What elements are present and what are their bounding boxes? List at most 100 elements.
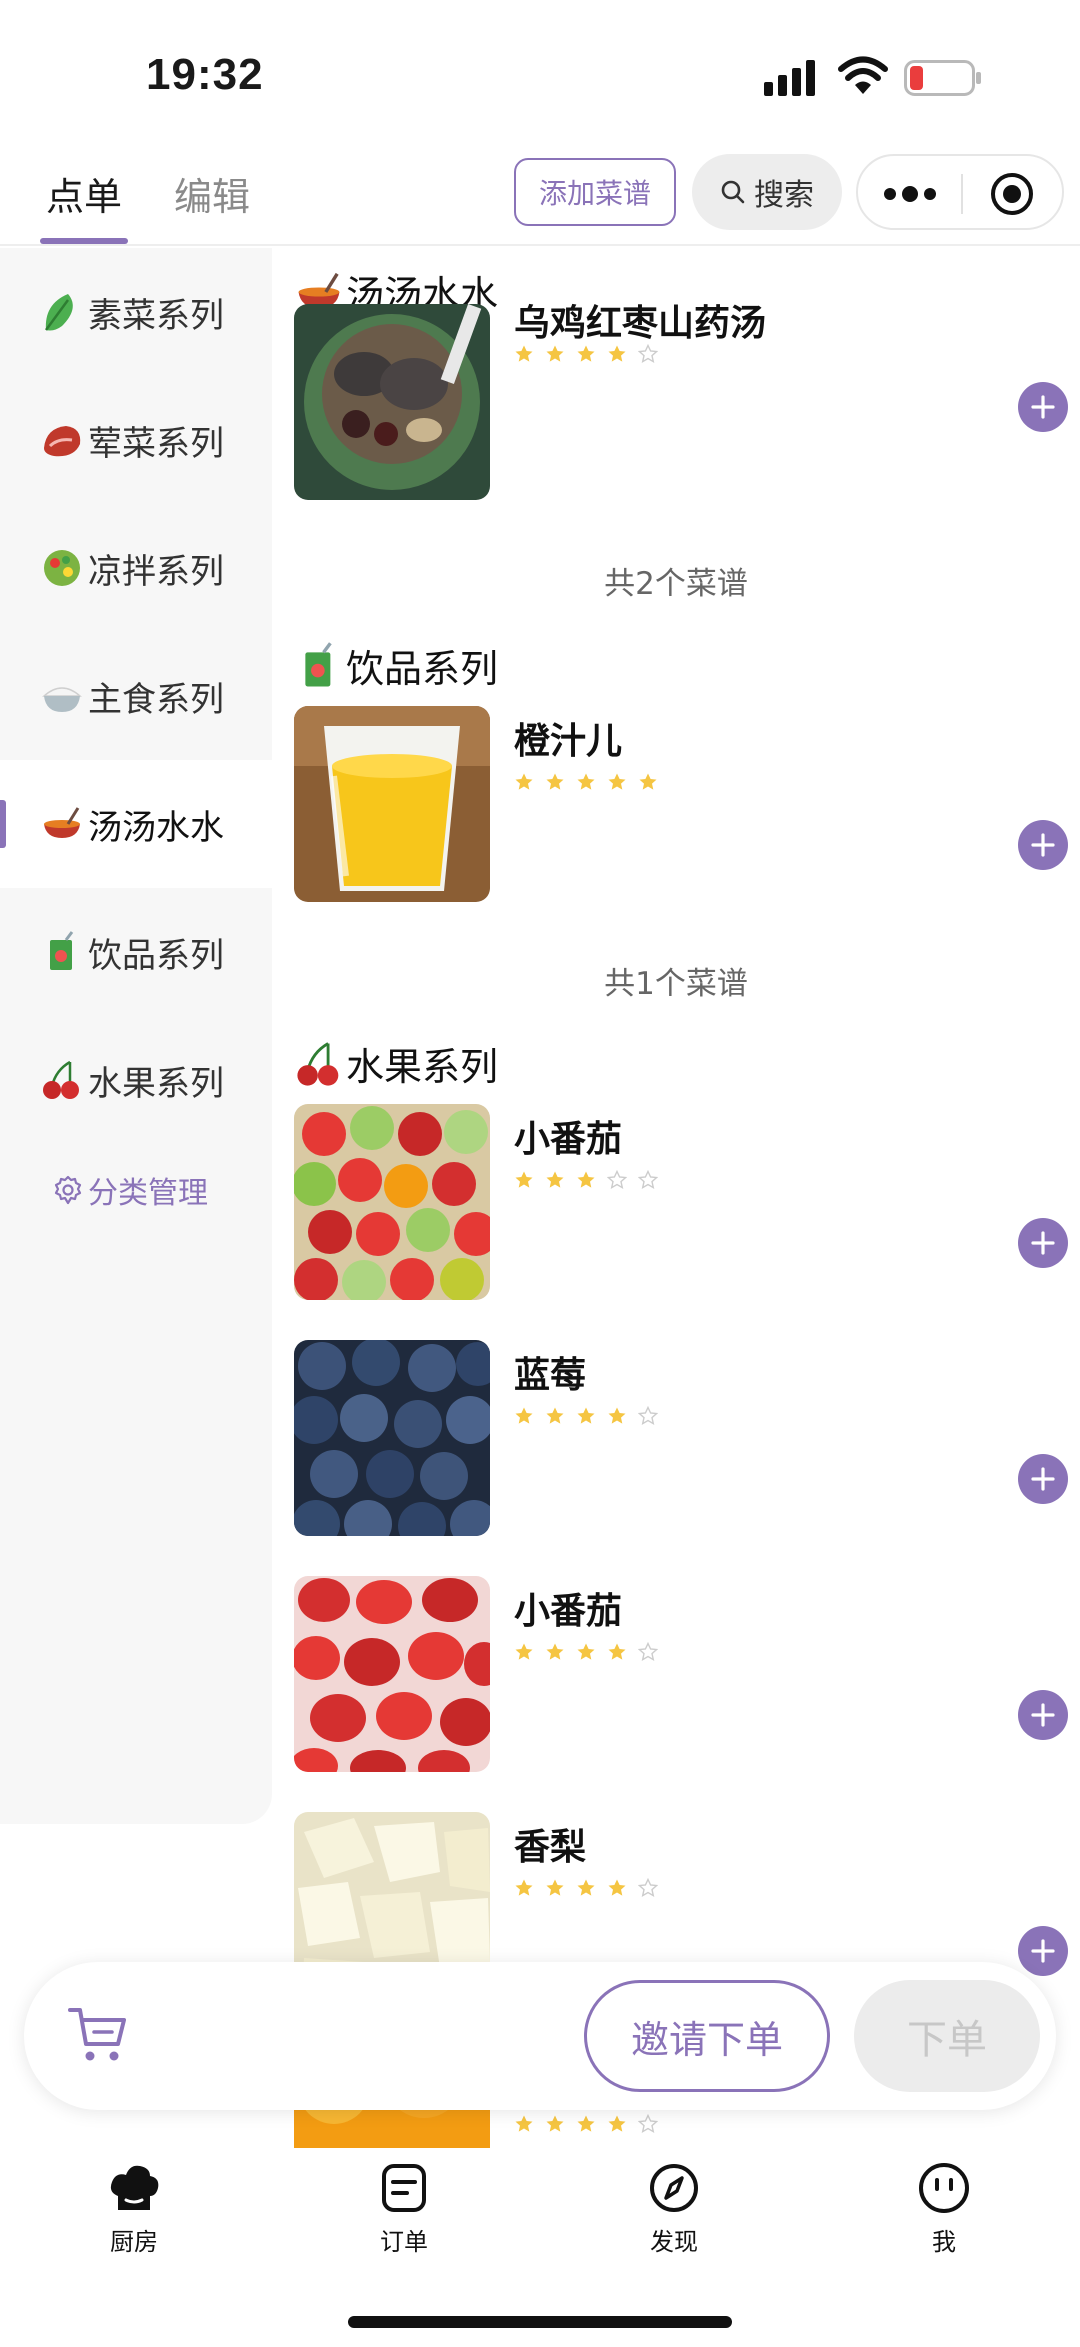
- category-manage-label: 分类管理: [88, 1176, 208, 1211]
- tab-order[interactable]: 点单: [46, 166, 122, 221]
- rating-stars: [514, 1170, 658, 1190]
- dish-image-cherry-tomato-mix: [294, 1104, 490, 1300]
- sidebar-item-fruit[interactable]: 水果系列: [0, 1016, 272, 1144]
- nav-label: 我: [932, 2228, 956, 2256]
- dish-item[interactable]: 小番茄: [294, 1104, 1068, 1300]
- cellular-signal-icon: [764, 60, 815, 96]
- star-filled-icon: [515, 1171, 533, 1188]
- salad-icon: [44, 550, 80, 586]
- rating-stars: [514, 772, 658, 792]
- star-filled-icon: [577, 1171, 595, 1188]
- star-filled-icon: [515, 2115, 533, 2132]
- add-recipe-button[interactable]: 添加菜谱: [514, 158, 676, 226]
- star-empty-icon: [638, 1170, 658, 1190]
- sidebar-item-staple[interactable]: 主食系列: [0, 632, 272, 760]
- search-label: 搜索: [754, 178, 814, 213]
- cherries-icon: [297, 1041, 339, 1086]
- mini-program-capsule: [856, 154, 1064, 230]
- sidebar-item-label: 凉拌系列: [88, 551, 224, 592]
- dish-name: 香梨: [514, 1827, 587, 1868]
- tab-edit[interactable]: 编辑: [174, 166, 250, 221]
- active-tab-indicator: [40, 238, 128, 244]
- nav-item-me[interactable]: 我: [874, 2160, 1014, 2257]
- nav-item-orders[interactable]: 订单: [334, 2160, 474, 2257]
- sidebar-item-drinks[interactable]: 饮品系列: [0, 888, 272, 1016]
- dish-name: 蓝莓: [514, 1355, 587, 1396]
- sidebar-item-meat[interactable]: 荤菜系列: [0, 376, 272, 504]
- add-dish-button[interactable]: [1018, 1690, 1068, 1740]
- star-filled-icon: [546, 1643, 564, 1660]
- add-dish-button[interactable]: [1018, 1926, 1068, 1976]
- juice-box-icon: [305, 641, 332, 686]
- shopping-cart-icon[interactable]: [66, 2002, 130, 2066]
- close-target-icon[interactable]: [988, 170, 1036, 218]
- smiley-face-icon: [919, 2163, 969, 2213]
- star-filled-icon: [546, 2115, 564, 2132]
- star-filled-icon: [515, 1879, 533, 1896]
- more-dots-icon[interactable]: [882, 182, 938, 206]
- sidebar-item-label: 主食系列: [88, 679, 224, 720]
- star-filled-icon: [546, 1407, 564, 1424]
- dish-name: 小番茄: [514, 1591, 623, 1632]
- star-filled-icon: [577, 1407, 595, 1424]
- star-filled-icon: [577, 773, 595, 790]
- star-filled-icon: [515, 345, 533, 362]
- star-empty-icon: [638, 344, 658, 364]
- star-filled-icon: [608, 1407, 626, 1424]
- add-dish-button[interactable]: [1018, 382, 1068, 432]
- plus-icon: [1031, 833, 1055, 857]
- header: 点单 编辑 添加菜谱 搜索: [0, 150, 1080, 246]
- soup-pot-icon: [44, 807, 80, 838]
- sidebar-item-label: 汤汤水水: [88, 807, 224, 848]
- dish-image-cherry-tomato: [294, 1576, 490, 1772]
- place-order-button[interactable]: 下单: [854, 1980, 1040, 2092]
- wifi-icon: [838, 56, 888, 94]
- star-empty-icon: [638, 1642, 658, 1662]
- capsule-divider: [961, 174, 963, 214]
- invite-order-button[interactable]: 邀请下单: [584, 1980, 830, 2092]
- search-button[interactable]: 搜索: [692, 154, 842, 230]
- add-dish-button[interactable]: [1018, 820, 1068, 870]
- sidebar-item-soup[interactable]: 汤汤水水: [0, 760, 272, 888]
- add-dish-button[interactable]: [1018, 1454, 1068, 1504]
- dish-item[interactable]: 蓝莓: [294, 1340, 1068, 1536]
- add-dish-button[interactable]: [1018, 1218, 1068, 1268]
- dish-name: 小番茄: [514, 1119, 623, 1160]
- sidebar-item-label: 饮品系列: [88, 935, 224, 976]
- star-filled-icon: [639, 773, 657, 790]
- section-count: 共2个菜谱: [604, 566, 748, 602]
- star-filled-icon: [608, 2115, 626, 2132]
- star-filled-icon: [608, 345, 626, 362]
- nav-item-discover[interactable]: 发现: [604, 2160, 744, 2257]
- star-empty-icon: [638, 1878, 658, 1898]
- dish-image-orange-juice: [294, 706, 490, 902]
- nav-item-kitchen[interactable]: 厨房: [64, 2160, 204, 2257]
- category-sidebar: 素菜系列 荤菜系列 凉拌系列 主食系列 汤汤水水 饮品系列 水果系列 分类管理: [0, 248, 272, 1824]
- plus-icon: [1031, 1703, 1055, 1727]
- rating-stars: [514, 344, 658, 364]
- category-manage-link[interactable]: 分类管理: [52, 1168, 208, 1212]
- section-title-label: 饮品系列: [346, 647, 499, 691]
- search-icon: [721, 180, 745, 204]
- dish-item[interactable]: 小番茄: [294, 1576, 1068, 1772]
- sidebar-item-salad[interactable]: 凉拌系列: [0, 504, 272, 632]
- star-filled-icon: [546, 345, 564, 362]
- dish-item[interactable]: 乌鸡红枣山药汤: [294, 303, 1068, 500]
- dish-image-soup: [294, 304, 490, 500]
- rating-stars: [514, 2114, 658, 2134]
- star-filled-icon: [608, 1879, 626, 1896]
- dish-item[interactable]: 橙汁儿: [294, 706, 1068, 902]
- sidebar-item-vegetable[interactable]: 素菜系列: [0, 248, 272, 376]
- rating-stars: [514, 1642, 658, 1662]
- home-indicator: [348, 2316, 732, 2328]
- star-filled-icon: [515, 773, 533, 790]
- star-filled-icon: [546, 773, 564, 790]
- section-count: 共1个菜谱: [604, 966, 748, 1002]
- bottom-nav: 厨房 订单 发现 我: [0, 2148, 1080, 2347]
- sidebar-item-label: 水果系列: [88, 1063, 224, 1104]
- star-filled-icon: [608, 773, 626, 790]
- order-list-icon: [382, 2164, 426, 2212]
- status-bar: 19:32: [0, 0, 1080, 150]
- compass-icon: [650, 2164, 698, 2212]
- star-filled-icon: [546, 1879, 564, 1896]
